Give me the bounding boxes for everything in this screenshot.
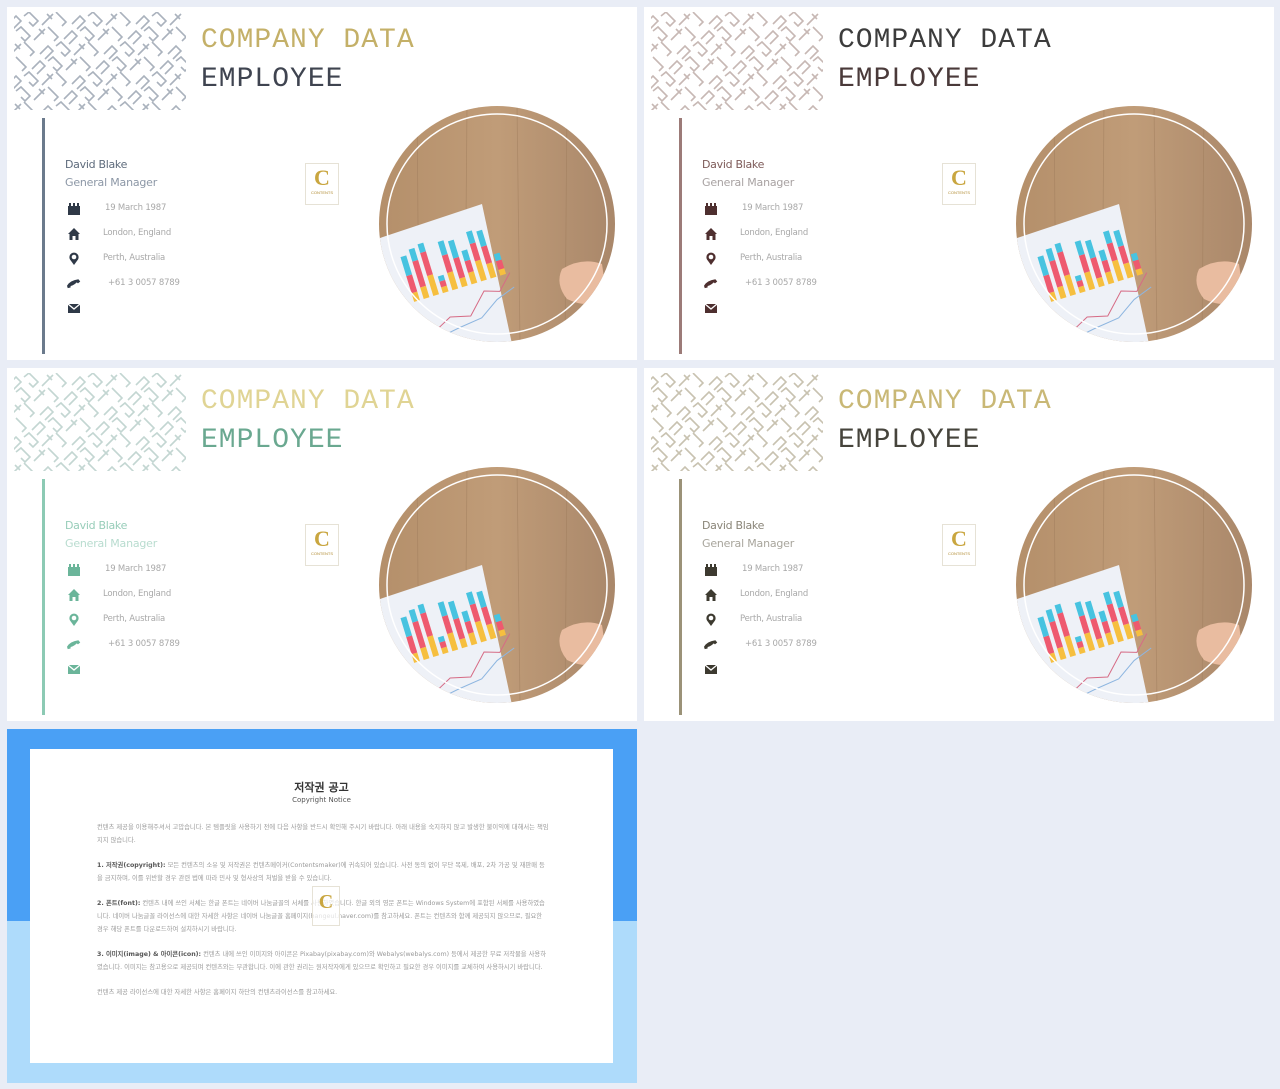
home-icon <box>704 588 718 602</box>
info-text: Perth, Australia <box>103 253 166 263</box>
envelope-icon <box>704 662 718 676</box>
maze-pattern <box>7 10 192 120</box>
employee-name: David Blake <box>702 158 765 171</box>
info-text: 19 March 1987 <box>105 203 167 213</box>
maze-pattern <box>7 371 192 481</box>
title-company-data: COMPANY DATA <box>201 25 415 56</box>
phone-icon <box>66 277 81 291</box>
circular-photo <box>377 104 617 344</box>
phone-icon <box>703 638 718 652</box>
copyright-section: 3. 이미지(image) & 아이콘(icon): 컨텐츠 내에 쓰인 이미지… <box>97 948 549 974</box>
envelope-icon <box>67 662 81 676</box>
logo-letter: C <box>951 526 967 551</box>
info-text: +61 3 0057 8789 <box>108 278 180 288</box>
employee-role: General Manager <box>702 537 795 550</box>
copyright-subtitle: Copyright Notice <box>292 796 351 804</box>
logo-letter: C <box>314 165 330 190</box>
envelope-icon <box>67 301 81 315</box>
copyright-card: 저작권 공고 Copyright Notice 컨텐츠 제공을 이용해주셔서 고… <box>30 749 613 1063</box>
brand-logo: C CONTENTS <box>942 163 976 205</box>
info-text: 19 March 1987 <box>742 564 804 574</box>
logo-letter: C <box>318 891 334 913</box>
brand-logo: C <box>312 886 340 926</box>
info-text: London, England <box>740 589 809 599</box>
maze-pattern <box>644 371 829 481</box>
home-icon <box>67 588 81 602</box>
accent-bar <box>42 479 45 715</box>
brand-logo: C CONTENTS <box>305 163 339 205</box>
employee-name: David Blake <box>65 519 128 532</box>
brand-logo: C CONTENTS <box>305 524 339 566</box>
employee-slide[interactable]: COMPANY DATA EMPLOYEE David Blake Genera… <box>7 7 637 360</box>
brand-logo: C CONTENTS <box>942 524 976 566</box>
info-text: 19 March 1987 <box>742 203 804 213</box>
circular-photo <box>377 465 617 705</box>
logo-letter: C <box>951 165 967 190</box>
info-text: London, England <box>103 228 172 238</box>
title-employee: EMPLOYEE <box>201 64 344 95</box>
calendar-icon <box>67 202 81 216</box>
section-label: 2. 폰트(font): <box>97 900 141 907</box>
home-icon <box>704 227 718 241</box>
calendar-icon <box>704 563 718 577</box>
location-pin-icon <box>67 252 81 266</box>
accent-bar <box>679 118 682 354</box>
info-text: +61 3 0057 8789 <box>745 278 817 288</box>
logo-letter: C <box>314 526 330 551</box>
logo-caption: CONTENTS <box>948 190 970 195</box>
location-pin-icon <box>704 613 718 627</box>
title-company-data: COMPANY DATA <box>838 25 1052 56</box>
info-text: +61 3 0057 8789 <box>745 639 817 649</box>
phone-icon <box>703 277 718 291</box>
title-employee: EMPLOYEE <box>838 425 981 456</box>
info-text: Perth, Australia <box>740 614 803 624</box>
info-text: 19 March 1987 <box>105 564 167 574</box>
accent-bar <box>679 479 682 715</box>
employee-role: General Manager <box>702 176 795 189</box>
title-company-data: COMPANY DATA <box>838 386 1052 417</box>
employee-slide[interactable]: COMPANY DATA EMPLOYEE David Blake Genera… <box>644 7 1274 360</box>
calendar-icon <box>704 202 718 216</box>
accent-bar <box>42 118 45 354</box>
employee-slide[interactable]: COMPANY DATA EMPLOYEE David Blake Genera… <box>7 368 637 721</box>
copyright-slide[interactable]: 저작권 공고 Copyright Notice 컨텐츠 제공을 이용해주셔서 고… <box>7 729 637 1083</box>
location-pin-icon <box>67 613 81 627</box>
info-text: Perth, Australia <box>103 614 166 624</box>
employee-role: General Manager <box>65 176 158 189</box>
title-employee: EMPLOYEE <box>838 64 981 95</box>
calendar-icon <box>67 563 81 577</box>
logo-caption: CONTENTS <box>948 551 970 556</box>
home-icon <box>67 227 81 241</box>
location-pin-icon <box>704 252 718 266</box>
employee-role: General Manager <box>65 537 158 550</box>
copyright-intro: 컨텐츠 제공을 이용해주셔서 고맙습니다. 본 템플릿을 사용하기 전에 다음 … <box>97 824 549 844</box>
title-employee: EMPLOYEE <box>201 425 344 456</box>
title-company-data: COMPANY DATA <box>201 386 415 417</box>
info-text: Perth, Australia <box>740 253 803 263</box>
employee-name: David Blake <box>65 158 128 171</box>
circular-photo <box>1014 465 1254 705</box>
logo-caption: CONTENTS <box>311 551 333 556</box>
employee-name: David Blake <box>702 519 765 532</box>
info-text: +61 3 0057 8789 <box>108 639 180 649</box>
maze-pattern <box>644 10 829 120</box>
circular-photo <box>1014 104 1254 344</box>
copyright-title: 저작권 공고 <box>294 781 349 794</box>
section-label: 3. 이미지(image) & 아이콘(icon): <box>97 951 202 958</box>
logo-caption: CONTENTS <box>311 190 333 195</box>
envelope-icon <box>704 301 718 315</box>
phone-icon <box>66 638 81 652</box>
info-text: London, England <box>740 228 809 238</box>
employee-slide[interactable]: COMPANY DATA EMPLOYEE David Blake Genera… <box>644 368 1274 721</box>
section-label: 1. 저작권(copyright): <box>97 862 166 869</box>
copyright-footer: 컨텐츠 제공 라이선스에 대한 자세한 사항은 홈페이지 하단의 컨텐츠라이선스… <box>97 989 338 996</box>
info-text: London, England <box>103 589 172 599</box>
copyright-section: 1. 저작권(copyright): 모든 컨텐츠의 소유 및 저작권은 컨텐츠… <box>97 859 549 885</box>
